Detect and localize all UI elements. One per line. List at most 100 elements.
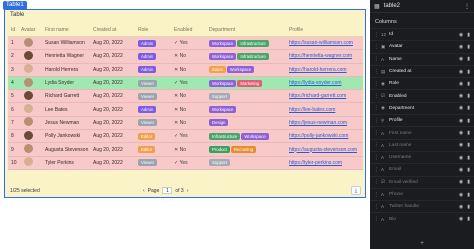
column-item[interactable]: ⋮ A Twitter handle ◉ ▮ xyxy=(370,200,474,212)
drag-handle-icon[interactable]: ⋮ xyxy=(374,93,381,99)
column-item[interactable]: ⋮ A Username ◉ ▮ xyxy=(370,150,474,163)
visibility-icon[interactable]: ◉ xyxy=(459,130,463,136)
table-row[interactable]: 2 Henrietta Wagner Aug 20, 2022 Admin ✕ No Wo… xyxy=(8,50,363,64)
drag-handle-icon[interactable]: ⋮ xyxy=(374,81,381,87)
column-item[interactable]: ⋮ ☑ Enabled ◉ ▮ xyxy=(370,89,474,101)
table-row[interactable]: 7 Jesus Newman Aug 20, 2022 Viewer ✕ No Desig… xyxy=(8,116,363,131)
drag-handle-icon[interactable]: ⋮ xyxy=(374,32,381,38)
drag-handle-icon[interactable]: ⋮ xyxy=(374,192,381,198)
drag-handle-icon[interactable]: ⋮ xyxy=(374,56,381,62)
more-icon[interactable]: ⋮ xyxy=(464,3,470,10)
drag-handle-icon[interactable]: ⋮ xyxy=(374,204,381,210)
drag-handle-icon[interactable]: ⋮ xyxy=(374,179,381,185)
drag-handle-icon[interactable]: ⋮ xyxy=(374,69,381,75)
delete-icon[interactable]: ▮ xyxy=(467,44,470,50)
column-item[interactable]: ⋮ A Phone ◉ ▮ xyxy=(370,187,474,200)
visibility-icon[interactable]: ◉ xyxy=(459,155,463,161)
profile-link[interactable]: https://augusta-stevenson.com xyxy=(286,147,361,153)
visibility-icon[interactable]: ◉ xyxy=(459,81,463,87)
drag-handle-icon[interactable]: ⋮ xyxy=(374,130,381,136)
column-header-created-at[interactable]: Created at xyxy=(90,27,135,33)
visibility-icon[interactable]: ◉ xyxy=(459,192,463,198)
visibility-icon[interactable]: ◉ xyxy=(459,32,463,38)
column-item[interactable]: ⋮ ▣ Avatar ◉ ▮ xyxy=(370,40,474,52)
column-item[interactable]: ⋮ ⚲ Profile ◉ ▮ xyxy=(370,114,474,126)
column-header-first-name[interactable]: First name xyxy=(42,27,90,33)
visibility-icon[interactable]: ◉ xyxy=(459,118,463,124)
drag-handle-icon[interactable]: ⋮ xyxy=(374,105,381,111)
panel-title[interactable]: table2 xyxy=(384,3,460,9)
column-item[interactable]: ⋮ ◉ Role ◉ ▮ xyxy=(370,77,474,89)
drag-handle-icon[interactable]: ⋮ xyxy=(374,118,381,124)
delete-icon[interactable]: ▮ xyxy=(467,32,470,38)
table-row[interactable]: 9 Augusta Stevenson Aug 20, 2022 Editor ✕ No… xyxy=(8,143,363,157)
column-header-profile[interactable]: Profile xyxy=(286,27,361,33)
visibility-icon[interactable]: ◉ xyxy=(459,142,463,148)
visibility-icon[interactable]: ◉ xyxy=(459,56,463,62)
column-item[interactable]: ⋮ A Name ◉ ▮ xyxy=(370,52,474,65)
delete-icon[interactable]: ▮ xyxy=(467,118,470,124)
column-header-role[interactable]: Role xyxy=(135,27,171,33)
visibility-icon[interactable]: ◉ xyxy=(459,204,463,210)
delete-icon[interactable]: ▮ xyxy=(467,56,470,62)
delete-icon[interactable]: ▮ xyxy=(467,105,470,111)
delete-icon[interactable]: ▮ xyxy=(467,216,470,222)
table-row[interactable]: 1 Susan Williamson Aug 20, 2022 Admin ✓ Yes W… xyxy=(8,37,363,51)
profile-link[interactable]: https://lydia-snyder.com xyxy=(286,80,361,86)
table-row[interactable]: 3 Harold Herrera Aug 20, 2022 Admin ✕ No Sale… xyxy=(8,63,363,77)
visibility-icon[interactable]: ◉ xyxy=(459,93,463,99)
add-column-button[interactable]: + xyxy=(370,240,474,249)
profile-link[interactable]: https://tyler-perkins.com xyxy=(286,160,361,166)
table-row[interactable]: 4 Lydia Snyder Aug 20, 2022 Viewer ✓ Yes Work… xyxy=(8,76,363,91)
profile-link[interactable]: https://harold-herrera.com xyxy=(286,67,361,73)
delete-icon[interactable]: ▮ xyxy=(467,81,470,87)
visibility-icon[interactable]: ◉ xyxy=(459,69,463,75)
table-row[interactable]: 8 Polly Jankowski Aug 20, 2022 Editor ✓ Yes I… xyxy=(8,130,363,144)
column-item[interactable]: ⋮ A Bio ◉ ▮ xyxy=(370,212,474,224)
drag-handle-icon[interactable]: ⋮ xyxy=(374,155,381,161)
column-item[interactable]: ⋮ ☑ Email verified ◉ ▮ xyxy=(370,175,474,188)
delete-icon[interactable]: ▮ xyxy=(467,130,470,136)
table-row[interactable]: 5 Richard Garrett Aug 20, 2022 Viewer ✕ No Su… xyxy=(8,90,363,104)
profile-link[interactable]: https://lee-bates.com xyxy=(286,107,361,113)
profile-link[interactable]: https://polly-jankowski.com xyxy=(286,133,361,139)
drag-handle-icon[interactable]: ⋮ xyxy=(374,216,381,222)
drag-handle-icon[interactable]: ⋮ xyxy=(374,142,381,148)
visibility-icon[interactable]: ◉ xyxy=(459,44,463,50)
delete-icon[interactable]: ▮ xyxy=(467,142,470,148)
delete-icon[interactable]: ▮ xyxy=(467,167,470,173)
column-item[interactable]: ⋮ ▤ Created at ◉ ▮ xyxy=(370,64,474,77)
visibility-icon[interactable]: ◉ xyxy=(459,105,463,111)
table-row[interactable]: 6 Lee Bates Aug 20, 2022 Admin ✕ No Workspace… xyxy=(8,103,363,117)
column-item[interactable]: ⋮ ◉ Department ◉ ▮ xyxy=(370,101,474,114)
delete-icon[interactable]: ▮ xyxy=(467,69,470,75)
profile-link[interactable]: https://henrietta-wagner.com xyxy=(286,53,361,59)
page-input[interactable]: 1 xyxy=(162,187,173,194)
download-button[interactable]: ⤓ xyxy=(351,186,361,195)
column-header-id[interactable]: Id xyxy=(8,27,18,33)
drag-handle-icon[interactable]: ⋮ xyxy=(374,167,381,173)
table-widget[interactable]: Table Id Avatar First name Created at Ro… xyxy=(4,9,366,198)
delete-icon[interactable]: ▮ xyxy=(467,93,470,99)
column-header-avatar[interactable]: Avatar xyxy=(18,27,42,33)
column-header-enabled[interactable]: Enabled xyxy=(171,27,206,33)
column-item[interactable]: ⋮ 12 Id ◉ ▮ xyxy=(370,28,474,40)
prev-page-icon[interactable]: ‹ xyxy=(143,188,145,194)
table-row[interactable]: 10 Tyler Perkins Aug 20, 2022 Viewer ✓ Yes Su… xyxy=(8,156,363,170)
column-item[interactable]: ⋮ A First name ◉ ▮ xyxy=(370,126,474,138)
delete-icon[interactable]: ▮ xyxy=(467,204,470,210)
visibility-icon[interactable]: ◉ xyxy=(459,179,463,185)
profile-link[interactable]: https://jesus-newman.com xyxy=(286,120,361,126)
delete-icon[interactable]: ▮ xyxy=(467,179,470,185)
visibility-icon[interactable]: ◉ xyxy=(459,216,463,222)
delete-icon[interactable]: ▮ xyxy=(467,192,470,198)
profile-link[interactable]: https://susan-williamson.com xyxy=(286,40,361,46)
visibility-icon[interactable]: ◉ xyxy=(459,167,463,173)
column-header-department[interactable]: Department xyxy=(206,27,286,33)
drag-handle-icon[interactable]: ⋮ xyxy=(374,44,381,50)
next-page-icon[interactable]: › xyxy=(187,188,189,194)
column-item[interactable]: ⋮ A Last name ◉ ▮ xyxy=(370,138,474,151)
column-item[interactable]: ⋮ A Email ◉ ▮ xyxy=(370,163,474,175)
profile-link[interactable]: https://richard-garrett.com xyxy=(286,93,361,99)
delete-icon[interactable]: ▮ xyxy=(467,155,470,161)
